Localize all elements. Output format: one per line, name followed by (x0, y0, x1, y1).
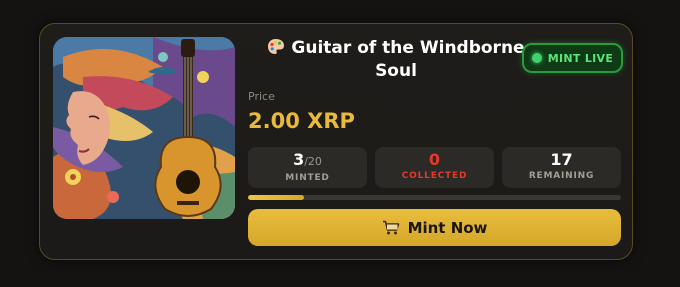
nft-title: Guitar of the Windborne Soul (261, 37, 531, 83)
stat-collected-label: COLLECTED (401, 171, 468, 181)
mint-now-button[interactable]: Mint Now (248, 209, 621, 246)
nft-card: Guitar of the Windborne Soul MINT LIVE P… (39, 23, 633, 260)
stat-remaining: 17 REMAINING (502, 147, 621, 188)
stat-minted-value-row: 3/20 (248, 151, 367, 171)
nft-title-text: Guitar of the Windborne Soul (291, 38, 525, 81)
stat-minted-total: /20 (304, 155, 322, 168)
stat-minted-value: 3 (293, 150, 305, 169)
price-value: 2.00 XRP (248, 109, 355, 133)
stat-minted: 3/20 MINTED (248, 147, 367, 188)
mint-progress-fill (248, 195, 304, 200)
mint-live-badge: MINT LIVE (522, 43, 623, 73)
mint-progress-bar (248, 195, 621, 200)
artist-palette-icon (268, 39, 285, 54)
stat-collected: 0 COLLECTED (375, 147, 494, 188)
cart-icon (382, 220, 399, 234)
stat-collected-value: 0 (428, 150, 441, 169)
mint-live-label: MINT LIVE (547, 51, 614, 65)
stat-remaining-value: 17 (550, 150, 573, 169)
live-dot-icon (531, 53, 542, 63)
nft-artwork (53, 37, 235, 219)
stat-remaining-label: REMAINING (528, 171, 595, 181)
price-label: Price (248, 90, 275, 103)
stat-minted-label: MINTED (285, 173, 330, 183)
mint-now-label: Mint Now (407, 218, 488, 237)
